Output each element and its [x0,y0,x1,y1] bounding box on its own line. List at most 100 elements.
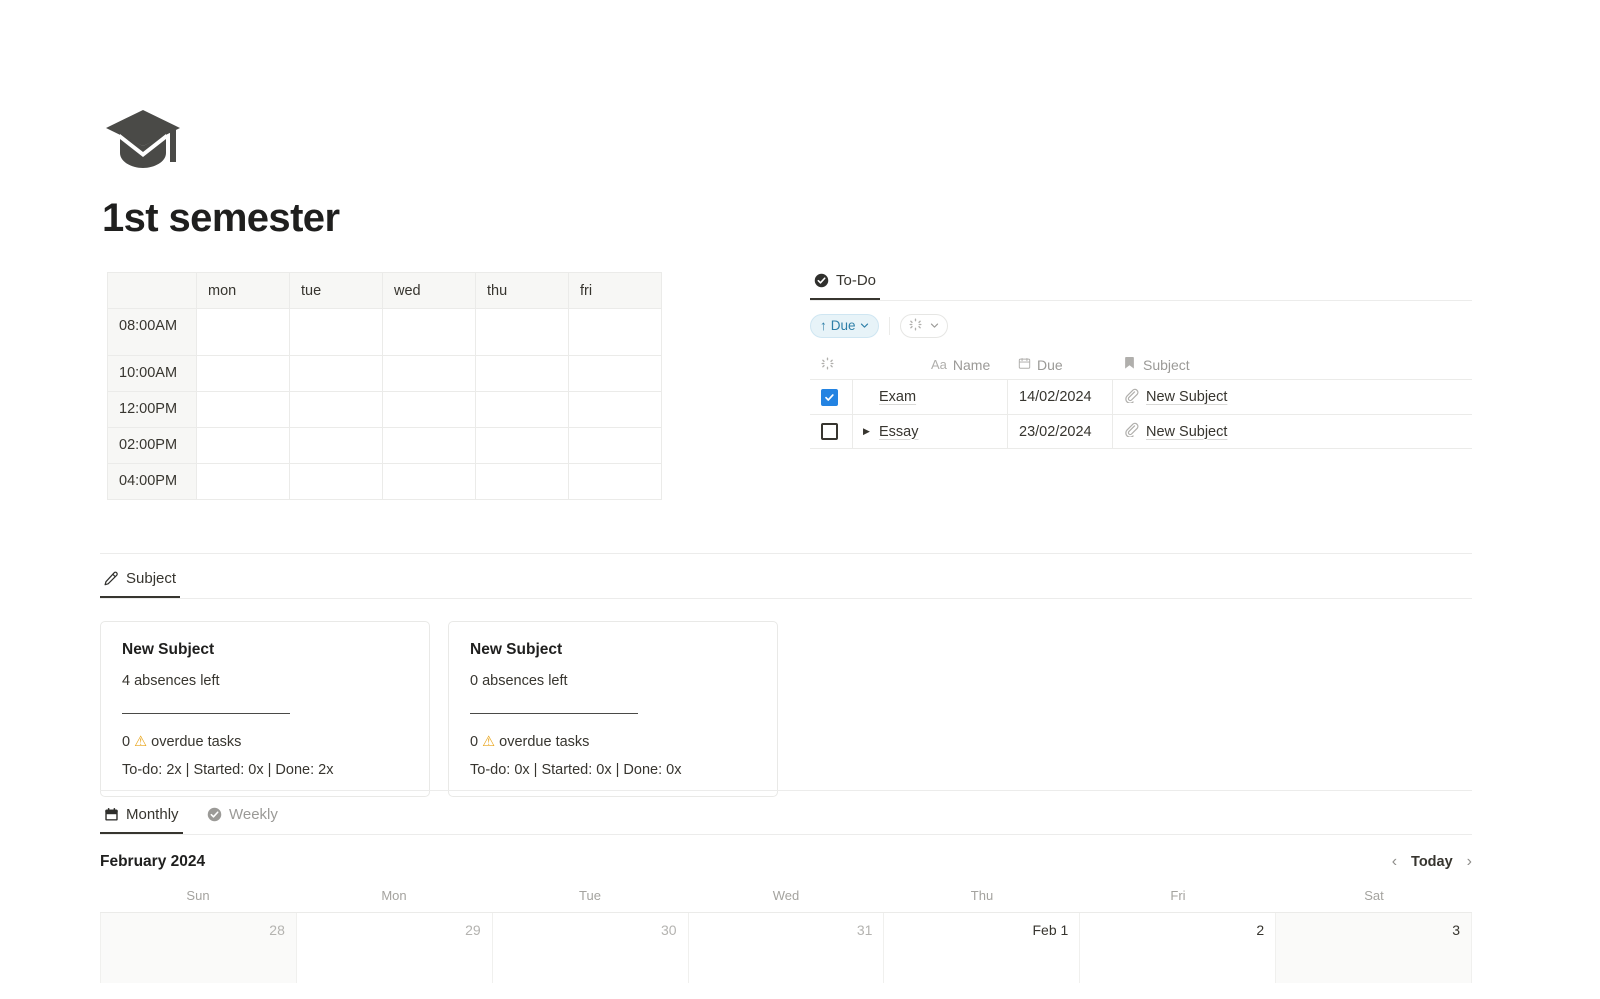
timetable-slot[interactable] [197,356,290,392]
timetable-slot[interactable] [290,464,383,500]
calendar-day-name: Sun [100,888,296,912]
subject-card-overdue: 0 ⚠ overdue tasks [470,734,756,750]
calendar-month-label: February 2024 [100,853,205,871]
timetable-slot[interactable] [197,428,290,464]
timetable-slot[interactable] [383,392,476,428]
sort-due-chip[interactable]: ↑ Due [810,314,879,338]
row-name-cell[interactable]: Exam [852,380,1007,414]
table-row[interactable]: Exam 14/02/2024 New Subject [810,379,1472,414]
row-name-label[interactable]: Essay [879,424,919,440]
subject-card-rule [122,713,290,714]
timetable-time-2: 12:00PM [108,392,197,428]
tab-todo[interactable]: To-Do [810,272,880,300]
calendar-day-cell[interactable]: 30 [493,913,689,983]
relation-property-icon [1123,356,1136,373]
calendar-header: February 2024 ‹ Today › [100,851,1472,873]
calendar-day-cell[interactable]: Feb 1 [884,913,1080,983]
subject-card[interactable]: New Subject 0 absences left 0 ⚠ overdue … [448,621,778,797]
calendar-day-name: Sat [1276,888,1472,912]
calendar-day-cell[interactable]: 29 [297,913,493,983]
timetable-row: 04:00PM [108,464,662,500]
calendar-day-cell[interactable]: 31 [689,913,885,983]
chevron-down-icon [860,319,869,333]
column-header-subject[interactable]: Subject [1112,350,1472,379]
table-row[interactable]: ▶ Essay 23/02/2024 New Subject [810,414,1472,449]
row-checkbox[interactable] [821,389,838,406]
timetable-time-4: 04:00PM [108,464,197,500]
subject-card-title: New Subject [122,641,408,659]
column-header-due[interactable]: Due [1007,350,1112,379]
timetable-slot[interactable] [383,428,476,464]
timetable-slot[interactable] [383,309,476,356]
row-subject-label[interactable]: New Subject [1146,389,1227,405]
warning-icon: ⚠ [134,734,147,750]
timetable-slot[interactable] [197,309,290,356]
row-due-cell[interactable]: 14/02/2024 [1007,380,1112,414]
timetable-slot[interactable] [290,428,383,464]
calendar-day-names: Sun Mon Tue Wed Thu Fri Sat [100,888,1472,912]
row-due-cell[interactable]: 23/02/2024 [1007,415,1112,448]
timetable-slot[interactable] [290,309,383,356]
timetable-slot[interactable] [476,356,569,392]
timetable-slot[interactable] [569,392,662,428]
timetable-slot[interactable] [476,309,569,356]
timetable-slot[interactable] [290,356,383,392]
timetable-slot[interactable] [569,309,662,356]
row-name-cell[interactable]: ▶ Essay [852,415,1007,448]
calendar-day-cell[interactable]: 3 [1276,913,1472,983]
subject-card-absences: 4 absences left [122,673,408,689]
timetable-slot[interactable] [476,392,569,428]
timetable-slot[interactable] [197,464,290,500]
chevron-right-icon[interactable]: › [1467,854,1472,870]
timetable-slot[interactable] [383,356,476,392]
row-subject-cell[interactable]: New Subject [1112,380,1472,414]
row-expand-icon[interactable]: ▶ [863,426,873,437]
tab-subject[interactable]: Subject [100,570,180,598]
todo-block: To-Do ↑ Due [810,272,1472,449]
today-button[interactable]: Today [1411,854,1453,870]
pencil-icon [104,571,119,586]
tab-weekly[interactable]: Weekly [203,806,282,834]
calendar-tabbar: Monthly Weekly [100,806,1472,835]
tab-monthly[interactable]: Monthly [100,806,183,834]
timetable-header-row: mon tue wed thu fri [108,273,662,309]
timetable: mon tue wed thu fri 08:00AM 10:00AM [107,272,662,500]
paperclip-icon [1124,388,1139,407]
sort-due-label: Due [831,319,856,333]
timetable-corner-cell [108,273,197,309]
column-header-name[interactable]: Aa Name [852,350,1007,379]
timetable-slot[interactable] [383,464,476,500]
timetable-slot[interactable] [476,464,569,500]
subject-card-overdue-label: overdue tasks [499,734,589,750]
toolbar-divider [889,317,890,335]
timetable-slot[interactable] [569,428,662,464]
timetable-row: 08:00AM [108,309,662,356]
subject-card-overdue-label: overdue tasks [151,734,241,750]
row-subject-label[interactable]: New Subject [1146,424,1227,440]
chevron-left-icon[interactable]: ‹ [1392,854,1397,870]
timetable-time-1: 10:00AM [108,356,197,392]
column-header-check[interactable] [810,357,852,373]
timetable-slot[interactable] [197,392,290,428]
sort-ascending-icon: ↑ [820,319,827,333]
timetable-day-wed: wed [383,273,476,309]
subject-card-overdue-count: 0 [470,734,478,750]
row-checkbox-cell[interactable] [810,423,852,440]
timetable-slot[interactable] [569,464,662,500]
row-checkbox-cell[interactable] [810,389,852,406]
tab-monthly-label: Monthly [126,806,179,823]
timetable-slot[interactable] [569,356,662,392]
row-subject-cell[interactable]: New Subject [1112,415,1472,448]
row-name-label[interactable]: Exam [879,389,916,405]
calendar-day-cell[interactable]: 28 [100,913,297,983]
timetable-slot[interactable] [290,392,383,428]
text-property-icon: Aa [931,357,947,372]
graduation-cap-icon[interactable] [104,108,182,170]
row-checkbox[interactable] [821,423,838,440]
timetable-slot[interactable] [476,428,569,464]
subject-card-title: New Subject [470,641,756,659]
calendar-day-cell[interactable]: 2 [1080,913,1276,983]
filter-chip[interactable] [900,314,948,338]
checkbox-property-icon [821,357,834,373]
subject-card[interactable]: New Subject 4 absences left 0 ⚠ overdue … [100,621,430,797]
